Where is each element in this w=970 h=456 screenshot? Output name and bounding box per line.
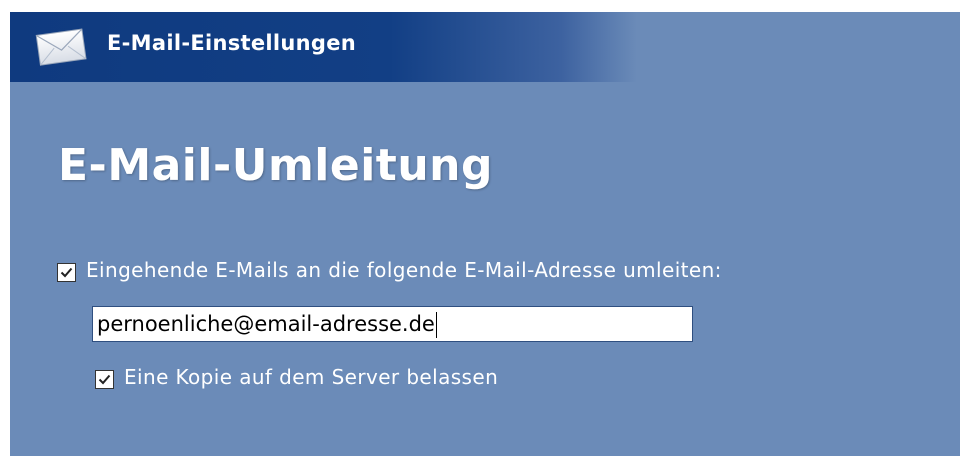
keep-copy-checkbox[interactable] — [95, 370, 114, 389]
keep-copy-label[interactable]: Eine Kopie auf dem Server belassen — [124, 365, 498, 389]
redirect-checkbox[interactable] — [57, 263, 76, 282]
page-title: E-Mail-Umleitung — [58, 140, 493, 191]
settings-panel: E-Mail-Einstellungen E-Mail-Umleitung Ei… — [10, 12, 960, 456]
redirect-label[interactable]: Eingehende E-Mails an die folgende E-Mai… — [86, 258, 722, 282]
email-address-value: pernoenliche@email-adresse.de — [97, 312, 435, 336]
checkmark-icon — [60, 267, 73, 278]
header-title: E-Mail-Einstellungen — [107, 31, 357, 55]
text-caret — [435, 312, 437, 338]
envelope-icon — [34, 26, 90, 66]
email-address-input[interactable]: pernoenliche@email-adresse.de — [92, 306, 693, 342]
checkmark-icon — [98, 374, 111, 385]
header-bar: E-Mail-Einstellungen — [10, 12, 960, 82]
